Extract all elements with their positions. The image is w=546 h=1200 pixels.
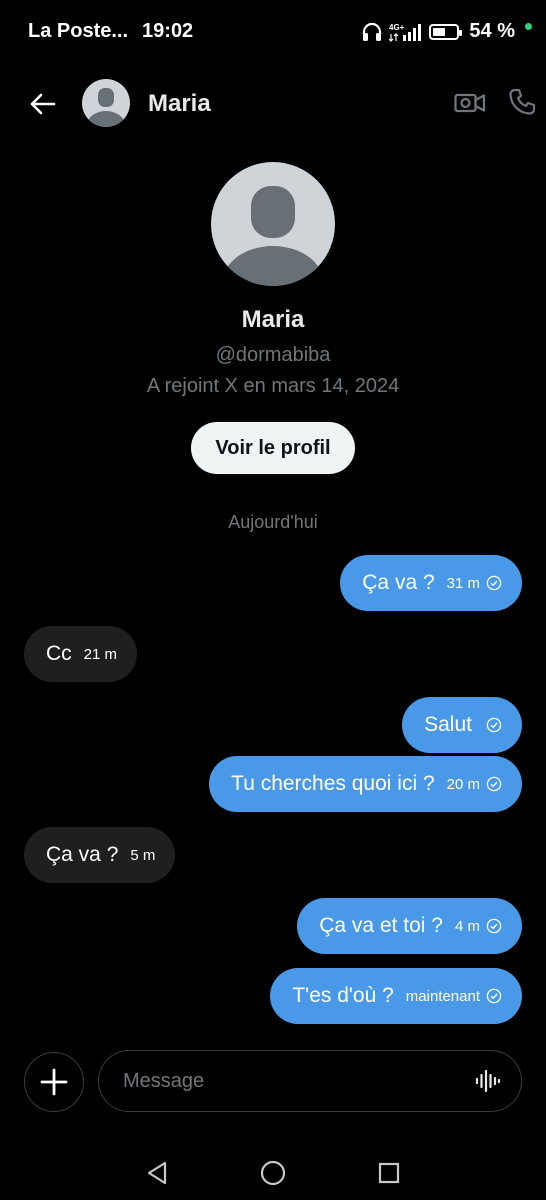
- voice-call-button[interactable]: [504, 84, 540, 120]
- message-bubble-incoming[interactable]: Cc 21 m: [24, 626, 138, 682]
- read-check-icon: [486, 776, 502, 792]
- message-text: Ça va ?: [362, 571, 435, 594]
- message-bubble-outgoing[interactable]: T'es d'où ? maintenant: [270, 968, 522, 1024]
- message-bubble-outgoing[interactable]: Ça va ? 31 m: [340, 555, 522, 611]
- clock: 19:02: [142, 20, 194, 42]
- privacy-indicator-dot: [525, 23, 532, 30]
- waveform-icon: [475, 1069, 501, 1093]
- video-camera-icon: [454, 93, 486, 113]
- system-navigation-bar: [0, 1146, 546, 1196]
- message-bubble-incoming[interactable]: Ça va ? 5 m: [24, 827, 176, 883]
- nav-back-button[interactable]: [142, 1158, 172, 1188]
- message-text: Ça va ?: [46, 843, 119, 866]
- message-text: Cc: [46, 642, 72, 665]
- triangle-back-icon: [147, 1161, 167, 1185]
- read-check-icon: [486, 918, 502, 934]
- day-separator: Aujourd'hui: [228, 512, 318, 532]
- message-time: 31 m: [446, 574, 480, 592]
- message-input[interactable]: [121, 1051, 455, 1112]
- network-type-label: 4G+: [389, 23, 405, 32]
- message-time: 4 m: [454, 917, 480, 935]
- message-text: T'es d'où ?: [292, 984, 394, 1007]
- profile-avatar[interactable]: [211, 162, 335, 286]
- header-contact-name[interactable]: Maria: [148, 90, 211, 118]
- message-bubble-outgoing[interactable]: Ça va et toi ? 4 m: [297, 898, 522, 954]
- read-check-icon: [486, 988, 502, 1004]
- battery-icon: [429, 23, 463, 40]
- voice-message-button[interactable]: [473, 1066, 503, 1096]
- profile-card: Maria @dormabiba A rejoint X en mars 14,…: [0, 162, 546, 474]
- back-arrow-icon: [30, 93, 56, 115]
- status-bar: La Poste... 19:02 4G+ 54 %: [0, 0, 546, 66]
- profile-handle: @dormabiba: [215, 344, 331, 366]
- battery-percent: 54 %: [469, 20, 515, 42]
- message-composer: [98, 1050, 522, 1112]
- back-button[interactable]: [22, 84, 62, 124]
- message-text: Salut: [424, 713, 472, 736]
- signal-icon: 4G+: [389, 22, 423, 42]
- read-check-icon: [486, 717, 502, 733]
- profile-joined-date: A rejoint X en mars 14, 2024: [146, 375, 400, 397]
- phone-icon: [509, 88, 536, 115]
- conversation-header: Maria: [0, 70, 546, 136]
- read-check-icon: [486, 575, 502, 591]
- message-text: Tu cherches quoi ici ?: [231, 772, 435, 795]
- circle-home-icon: [260, 1160, 286, 1186]
- add-attachment-button[interactable]: [24, 1052, 84, 1112]
- message-time: maintenant: [405, 987, 480, 1005]
- message-bubble-outgoing[interactable]: Salut: [402, 697, 522, 753]
- headphones-icon: [361, 22, 383, 42]
- message-time: 21 m: [83, 645, 118, 663]
- avatar[interactable]: [82, 79, 130, 127]
- carrier-label: La Poste...: [28, 20, 129, 42]
- nav-home-button[interactable]: [258, 1158, 288, 1188]
- video-call-button[interactable]: [452, 86, 488, 120]
- message-time: 5 m: [130, 846, 156, 864]
- plus-icon: [40, 1068, 68, 1096]
- message-bubble-outgoing[interactable]: Tu cherches quoi ici ? 20 m: [209, 756, 522, 812]
- message-text: Ça va et toi ?: [319, 914, 443, 937]
- nav-recents-button[interactable]: [374, 1158, 404, 1188]
- profile-name: Maria: [241, 306, 305, 333]
- square-recents-icon: [378, 1162, 400, 1184]
- view-profile-button[interactable]: Voir le profil: [191, 422, 355, 474]
- message-time: 20 m: [446, 775, 480, 793]
